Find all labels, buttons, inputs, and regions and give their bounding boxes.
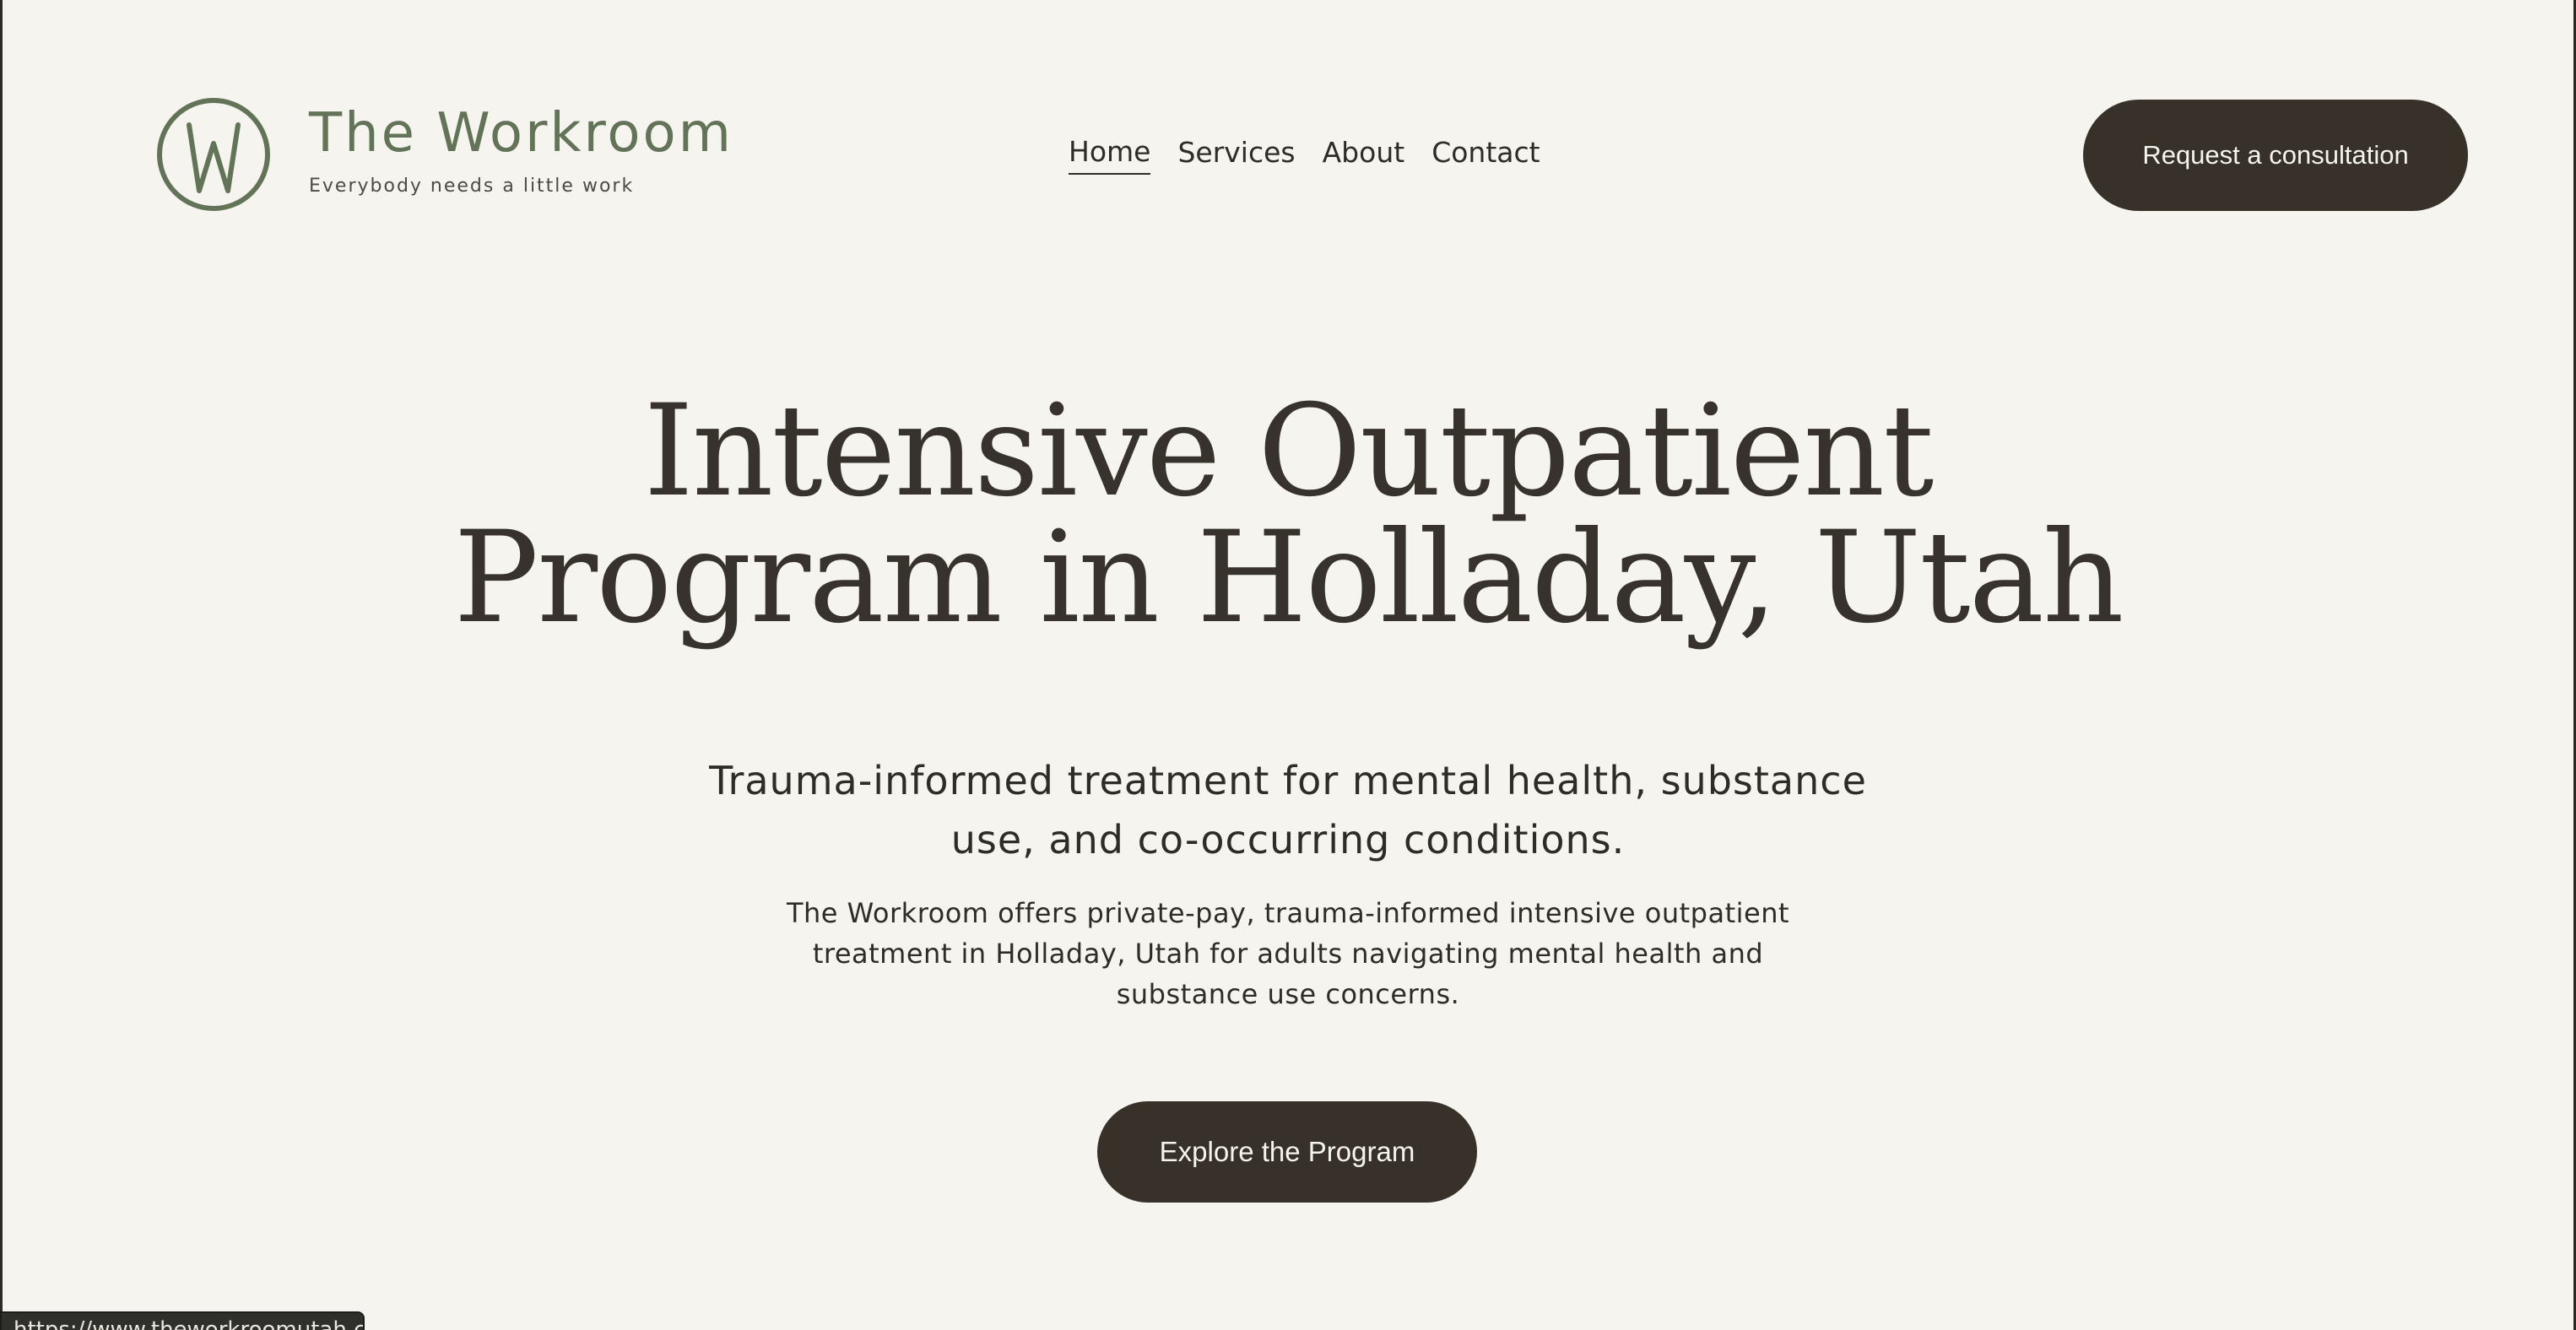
nav-item-contact[interactable]: Contact [1431,136,1540,174]
nav-item-home[interactable]: Home [1069,135,1151,175]
hero-subtitle: Trauma-informed treatment for mental hea… [709,758,1867,862]
logo-w-icon [157,98,270,211]
brand-logo-link[interactable]: The Workroom Everybody needs a little wo… [155,96,733,213]
brand-text: The Workroom Everybody needs a little wo… [309,106,733,197]
status-bar-link-preview: https://www.theworkroomutah.com [0,1311,365,1330]
main-nav: Home Services About Contact [1069,135,1540,175]
brand-tagline: Everybody needs a little work [309,175,635,197]
brand-name: The Workroom [309,101,733,165]
hero-title-line-2: Program in Holladay, Utah [453,505,2124,651]
request-consultation-button[interactable]: Request a consultation [2083,100,2468,211]
explore-program-button[interactable]: Explore the Program [1097,1101,1477,1203]
nav-item-about[interactable]: About [1323,136,1405,174]
nav-item-services[interactable]: Services [1177,136,1295,174]
hero-body-text: The Workroom offers private-pay, trauma-… [786,897,1790,1010]
hero-title: Intensive Outpatient Program in Holladay… [0,388,2576,641]
hero-title-line-1: Intensive Outpatient [643,378,1935,525]
window-edge-left [0,0,3,1330]
